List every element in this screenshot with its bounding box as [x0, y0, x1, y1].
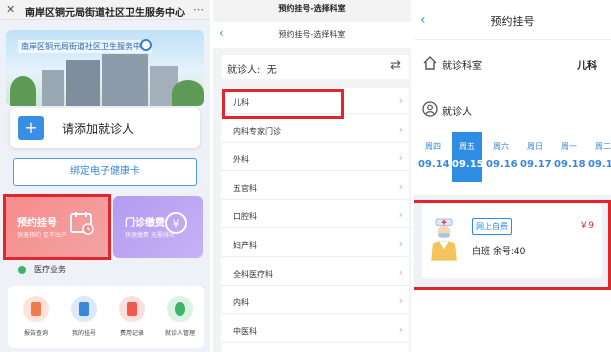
bill-record-item[interactable]: 费用记录 [112, 296, 152, 337]
visitor-label: 就诊人: 无 [227, 65, 277, 76]
department-name: 内科 [233, 298, 249, 308]
dept-row: 就诊科室 儿科 [414, 48, 611, 80]
weekday-label: 周六 [493, 142, 509, 151]
date-tab[interactable]: 周二 09.19 [588, 132, 611, 182]
hospital-logo-icon [140, 39, 152, 51]
chevron-right-icon: › [398, 179, 403, 193]
weekday-label: 周五 [459, 142, 475, 151]
bill-icon [119, 296, 145, 322]
more-icon[interactable]: ⋯ [193, 3, 204, 16]
home-screen: ✕ 南岸区铜元局街道社区卫生服务中心 ⋯ 南岸区铜元局街道社区卫生服务中心 + … [0, 0, 210, 352]
weekday-label: 周四 [425, 142, 441, 151]
dept-window-title: 预约挂号-选择科室 [278, 4, 346, 13]
date-label: 09.14 [418, 159, 450, 170]
weekday-label: 周一 [561, 142, 577, 151]
hospital-banner: 南岸区铜元局街道社区卫生服务中心 [6, 30, 204, 106]
date-tab[interactable]: 周一 09.18 [554, 132, 586, 182]
chevron-right-icon: › [398, 94, 403, 107]
chevron-right-icon: › [398, 322, 403, 336]
department-item[interactable]: 全科医疗科 › [221, 260, 409, 286]
department-name: 五官科 [233, 183, 257, 193]
building-graphic [66, 60, 100, 106]
user-icon [422, 101, 438, 117]
report-icon [23, 296, 49, 322]
date-selector: 周四 09.14 周五 09.15 周六 09.16 周日 09.17 周一 09.18 周二 09.… [414, 132, 611, 182]
date-tab[interactable]: 周六 09.16 [486, 132, 518, 182]
patient-row[interactable]: 就诊人 [414, 94, 611, 126]
department-item[interactable]: 内科 › [221, 288, 409, 315]
dept-nav-title: 预约挂号-选择科室 [278, 30, 346, 39]
department-name: 中医科 [233, 326, 257, 336]
appt-nav-bar: ‹ 预约挂号 [414, 0, 611, 40]
home-icon [423, 56, 437, 70]
section-dot-icon [18, 265, 26, 274]
department-item[interactable]: 外科 › [221, 145, 409, 172]
chevron-right-icon: › [398, 208, 403, 222]
home-title-bar: ✕ 南岸区铜元局街道社区卫生服务中心 ⋯ [0, 0, 210, 20]
highlight-doctor-card [414, 200, 611, 290]
date-label: 09.18 [554, 159, 586, 170]
department-name: 内科专家门诊 [233, 126, 281, 136]
plus-icon: + [18, 116, 44, 140]
highlight-pediatrics [222, 89, 344, 119]
visitor-selector[interactable]: 就诊人: 无 ⇄ [221, 55, 409, 79]
chevron-right-icon: › [398, 265, 403, 279]
tree-graphic [10, 76, 36, 106]
svg-text:¥: ¥ [173, 218, 180, 231]
appt-title: 预约挂号 [490, 15, 535, 28]
bind-health-card-button[interactable]: 绑定电子健康卡 [13, 158, 197, 186]
dept-value: 儿科 [577, 61, 597, 72]
dept-nav-bar: ‹ 预约挂号-选择科室 [213, 22, 411, 48]
add-patient-card[interactable]: + 请添加就诊人 [10, 108, 200, 148]
banner-text: 南岸区铜元局街道社区卫生服务中心 [18, 40, 152, 53]
department-name: 全科医疗科 [233, 269, 273, 279]
department-name: 口腔科 [233, 212, 257, 222]
department-name: 妇产科 [233, 241, 257, 250]
building-graphic [102, 54, 148, 106]
department-item[interactable]: 中医科 › [221, 317, 409, 343]
date-label: 09.16 [486, 159, 518, 170]
chevron-right-icon: › [398, 151, 403, 165]
date-tab[interactable]: 周四 09.14 [418, 132, 450, 182]
switch-icon[interactable]: ⇄ [390, 58, 401, 73]
date-label: 09.15 [452, 159, 484, 170]
date-tab[interactable]: 周日 09.17 [520, 132, 552, 182]
department-list: 儿科 › 内科专家门诊 › 外科 › 五官科 › 口腔科 › 妇产科 › 全科医疗科 › 内科 › 中医科 › [221, 88, 409, 352]
medical-section-title: 医疗业务 [18, 264, 66, 275]
chevron-right-icon: › [398, 122, 403, 136]
patient-manage-item[interactable]: 就诊人管理 [160, 296, 200, 337]
dept-title-bar: 预约挂号-选择科室 [213, 0, 411, 18]
department-screen: 预约挂号-选择科室 ‹ 预约挂号-选择科室 就诊人: 无 ⇄ 儿科 › 内科专家门诊… [213, 0, 411, 352]
home-title: 南岸区铜元局街道社区卫生服务中心 [25, 8, 185, 19]
tree-graphic [172, 80, 204, 106]
screenshot-root: ✕ 南岸区铜元局街道社区卫生服务中心 ⋯ 南岸区铜元局街道社区卫生服务中心 + … [0, 0, 611, 352]
chevron-right-icon: › [398, 294, 403, 308]
date-tab[interactable]: 周五 09.15 [452, 132, 484, 182]
department-name: 外科 [233, 155, 249, 165]
department-item[interactable]: 内科专家门诊 › [221, 117, 409, 143]
department-item[interactable]: 妇产科 › [221, 231, 409, 257]
payment-title: 门诊缴费 [125, 218, 165, 229]
weekday-label: 周日 [527, 142, 543, 151]
report-query-item[interactable]: 报告查询 [16, 296, 56, 337]
medical-services-grid: 报告查询 我的挂号 费用记录 就诊人管理 [8, 286, 204, 348]
date-label: 09.19 [588, 159, 611, 170]
registration-icon [71, 296, 97, 322]
building-graphic [42, 70, 64, 106]
date-label: 09.17 [520, 159, 552, 170]
add-patient-label: 请添加就诊人 [62, 122, 135, 136]
highlight-appointment [3, 194, 111, 260]
yuan-coin-icon: ¥ [165, 212, 187, 234]
department-item[interactable]: 口腔科 › [221, 202, 409, 229]
patient-icon [167, 296, 193, 322]
appointment-screen: ‹ 预约挂号 就诊科室 儿科 就诊人 周四 09.14 周五 09.15 周六 09.16… [414, 0, 611, 352]
department-item[interactable]: 五官科 › [221, 174, 409, 200]
chevron-right-icon: › [398, 237, 403, 250]
payment-tile[interactable]: 门诊缴费 快速缴费 无需排队 ¥ [113, 196, 203, 258]
my-registration-item[interactable]: 我的挂号 [64, 296, 104, 337]
weekday-label: 周二 [595, 142, 611, 151]
